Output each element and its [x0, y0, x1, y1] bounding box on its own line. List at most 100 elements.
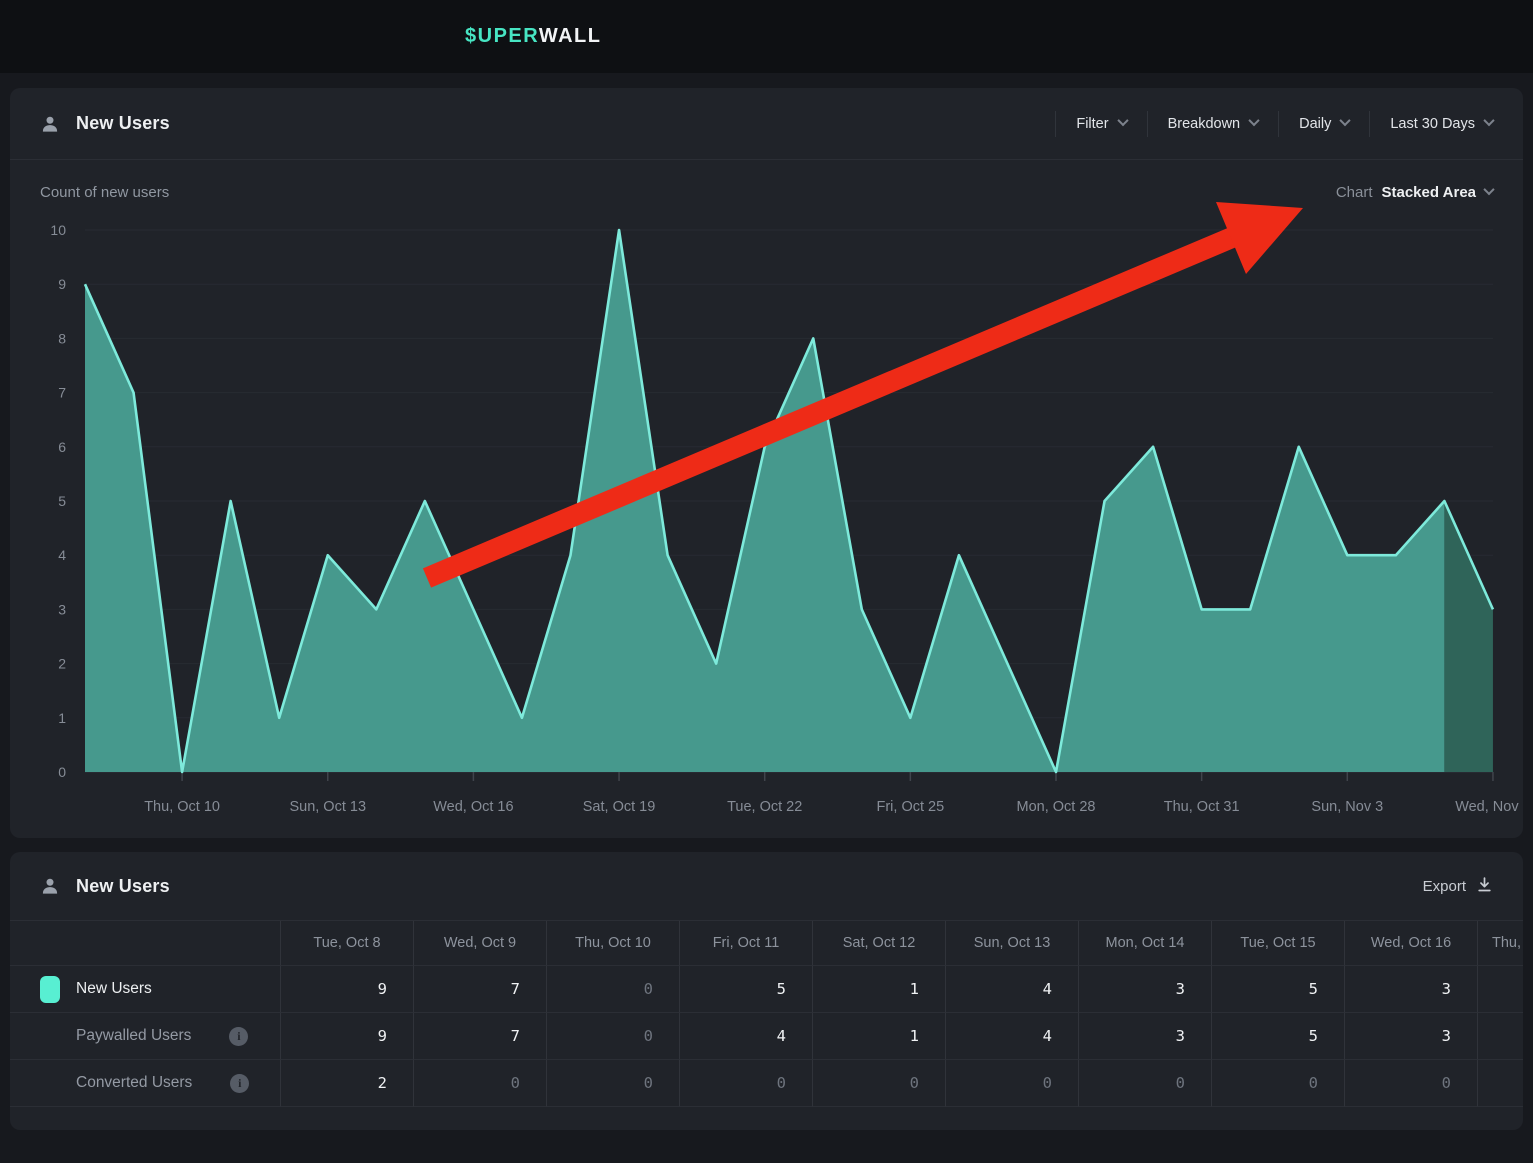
breakdown-dropdown-label: Breakdown [1168, 116, 1241, 132]
chart-subtitle: Count of new users [40, 184, 169, 201]
cell-value: 1 [910, 980, 919, 998]
daily-values-table: Tue, Oct 8Wed, Oct 9Thu, Oct 10Fri, Oct … [10, 920, 1523, 1107]
column-header: Tue, Oct 15 [1211, 921, 1344, 966]
row-label: Converted Users [76, 1074, 192, 1092]
red-arrow-head [1216, 202, 1303, 274]
new-users-area-chart: 012345678910Thu, Oct 10Sun, Oct 13Wed, O… [10, 88, 1523, 838]
chevron-down-icon [1248, 115, 1259, 126]
top-nav-bar: $UPERWALL [0, 0, 1533, 73]
superwall-logo: $UPERWALL [0, 25, 601, 48]
series-color-swatch [40, 976, 60, 1003]
y-axis-label: 3 [58, 601, 66, 617]
granularity-dropdown-label: Daily [1299, 116, 1331, 132]
value-cell: 3 [1078, 1013, 1211, 1060]
y-axis-label: 7 [58, 385, 66, 401]
new-users-table-panel: New Users Export Tue, Oct 8Wed, Oct 9Thu… [10, 852, 1523, 1130]
cell-value: 0 [1043, 1074, 1052, 1092]
y-axis-label: 6 [58, 439, 66, 455]
cell-value: 5 [1309, 980, 1318, 998]
value-cell: 3 [1344, 1013, 1477, 1060]
breakdown-dropdown[interactable]: Breakdown [1148, 116, 1279, 132]
red-arrow-shaft [427, 235, 1238, 578]
cell-value: 4 [777, 1027, 786, 1045]
x-axis-label: Mon, Oct 28 [1017, 799, 1096, 815]
x-axis-label: Sun, Nov 3 [1311, 799, 1383, 815]
x-axis-label: Wed, Oct 16 [433, 799, 513, 815]
x-axis-label: Sun, Oct 13 [289, 799, 366, 815]
filter-dropdown-label: Filter [1076, 116, 1108, 132]
granularity-dropdown[interactable]: Daily [1279, 116, 1369, 132]
cell-value: 0 [1176, 1074, 1185, 1092]
cell-value: 3 [1442, 980, 1451, 998]
column-header: Thu, Oct 17 [1477, 921, 1523, 966]
column-header: Thu, Oct 10 [546, 921, 679, 966]
value-cell [1477, 1060, 1523, 1107]
value-cell: 5 [679, 966, 812, 1013]
cell-value: 3 [1176, 980, 1185, 998]
value-cell: 9 [280, 1013, 413, 1060]
info-icon[interactable]: i [230, 1074, 249, 1093]
table-corner-cell [10, 921, 280, 966]
cell-value: 3 [1442, 1027, 1451, 1045]
area-fill [85, 230, 1444, 772]
value-cell: 1 [812, 966, 945, 1013]
chart-type-value: Stacked Area [1382, 184, 1477, 201]
logo-accent-text: $UPER [465, 25, 539, 47]
cell-value: 4 [1043, 980, 1052, 998]
chart-type-dropdown[interactable]: Chart Stacked Area [1336, 184, 1493, 201]
value-cell: 0 [1078, 1060, 1211, 1107]
value-cell: 1 [812, 1013, 945, 1060]
chart-controls: Filter Breakdown Daily Last 30 Days [1055, 111, 1493, 137]
chevron-down-icon [1117, 115, 1128, 126]
cell-value: 7 [511, 980, 520, 998]
value-cell: 0 [945, 1060, 1078, 1107]
value-cell: 5 [1211, 1013, 1344, 1060]
value-cell: 7 [413, 966, 546, 1013]
table-row: New Users970514353 [10, 966, 1523, 1013]
value-cell: 2 [280, 1060, 413, 1107]
x-axis-label: Fri, Oct 25 [877, 799, 945, 815]
cell-value: 0 [511, 1074, 520, 1092]
cell-value: 2 [378, 1074, 387, 1092]
chart-panel-title: New Users [76, 113, 170, 134]
area-line [85, 230, 1493, 772]
cell-value: 4 [1043, 1027, 1052, 1045]
y-axis-label: 1 [58, 710, 66, 726]
cell-value: 5 [777, 980, 786, 998]
cell-value: 0 [644, 1027, 653, 1045]
chart-panel-header: New Users Filter Breakdown Daily Last 30… [10, 88, 1523, 160]
chevron-down-icon [1340, 115, 1351, 126]
value-cell: 4 [945, 966, 1078, 1013]
row-label-cell: Paywalled Usersi [10, 1013, 280, 1060]
value-cell: 4 [945, 1013, 1078, 1060]
filter-dropdown[interactable]: Filter [1056, 116, 1146, 132]
x-axis-label: Tue, Oct 22 [727, 799, 802, 815]
cell-value: 5 [1309, 1027, 1318, 1045]
x-axis-label: Thu, Oct 10 [144, 799, 220, 815]
chevron-down-icon [1483, 115, 1494, 126]
person-icon [40, 114, 60, 134]
cell-value: 0 [644, 980, 653, 998]
table-header-row: Tue, Oct 8Wed, Oct 9Thu, Oct 10Fri, Oct … [10, 920, 1523, 966]
value-cell: 0 [1211, 1060, 1344, 1107]
chart-type-label: Chart [1336, 184, 1373, 201]
value-cell: 0 [413, 1060, 546, 1107]
export-button[interactable]: Export [1423, 876, 1493, 897]
cell-value: 0 [1442, 1074, 1451, 1092]
x-axis-label: Wed, Nov 6 [1455, 799, 1523, 815]
chevron-down-icon [1483, 184, 1494, 195]
y-axis-label: 5 [58, 493, 66, 509]
info-icon[interactable]: i [229, 1027, 248, 1046]
value-cell [1477, 1013, 1523, 1060]
value-cell: 9 [280, 966, 413, 1013]
value-cell: 0 [812, 1060, 945, 1107]
x-axis-label: Sat, Oct 19 [583, 799, 656, 815]
date-range-dropdown[interactable]: Last 30 Days [1370, 116, 1493, 132]
column-header: Tue, Oct 8 [280, 921, 413, 966]
cell-value: 7 [511, 1027, 520, 1045]
cell-value: 1 [910, 1027, 919, 1045]
value-cell: 4 [679, 1013, 812, 1060]
new-users-chart-panel: New Users Filter Breakdown Daily Last 30… [10, 88, 1523, 838]
y-axis-label: 4 [58, 547, 66, 563]
value-cell: 3 [1344, 966, 1477, 1013]
